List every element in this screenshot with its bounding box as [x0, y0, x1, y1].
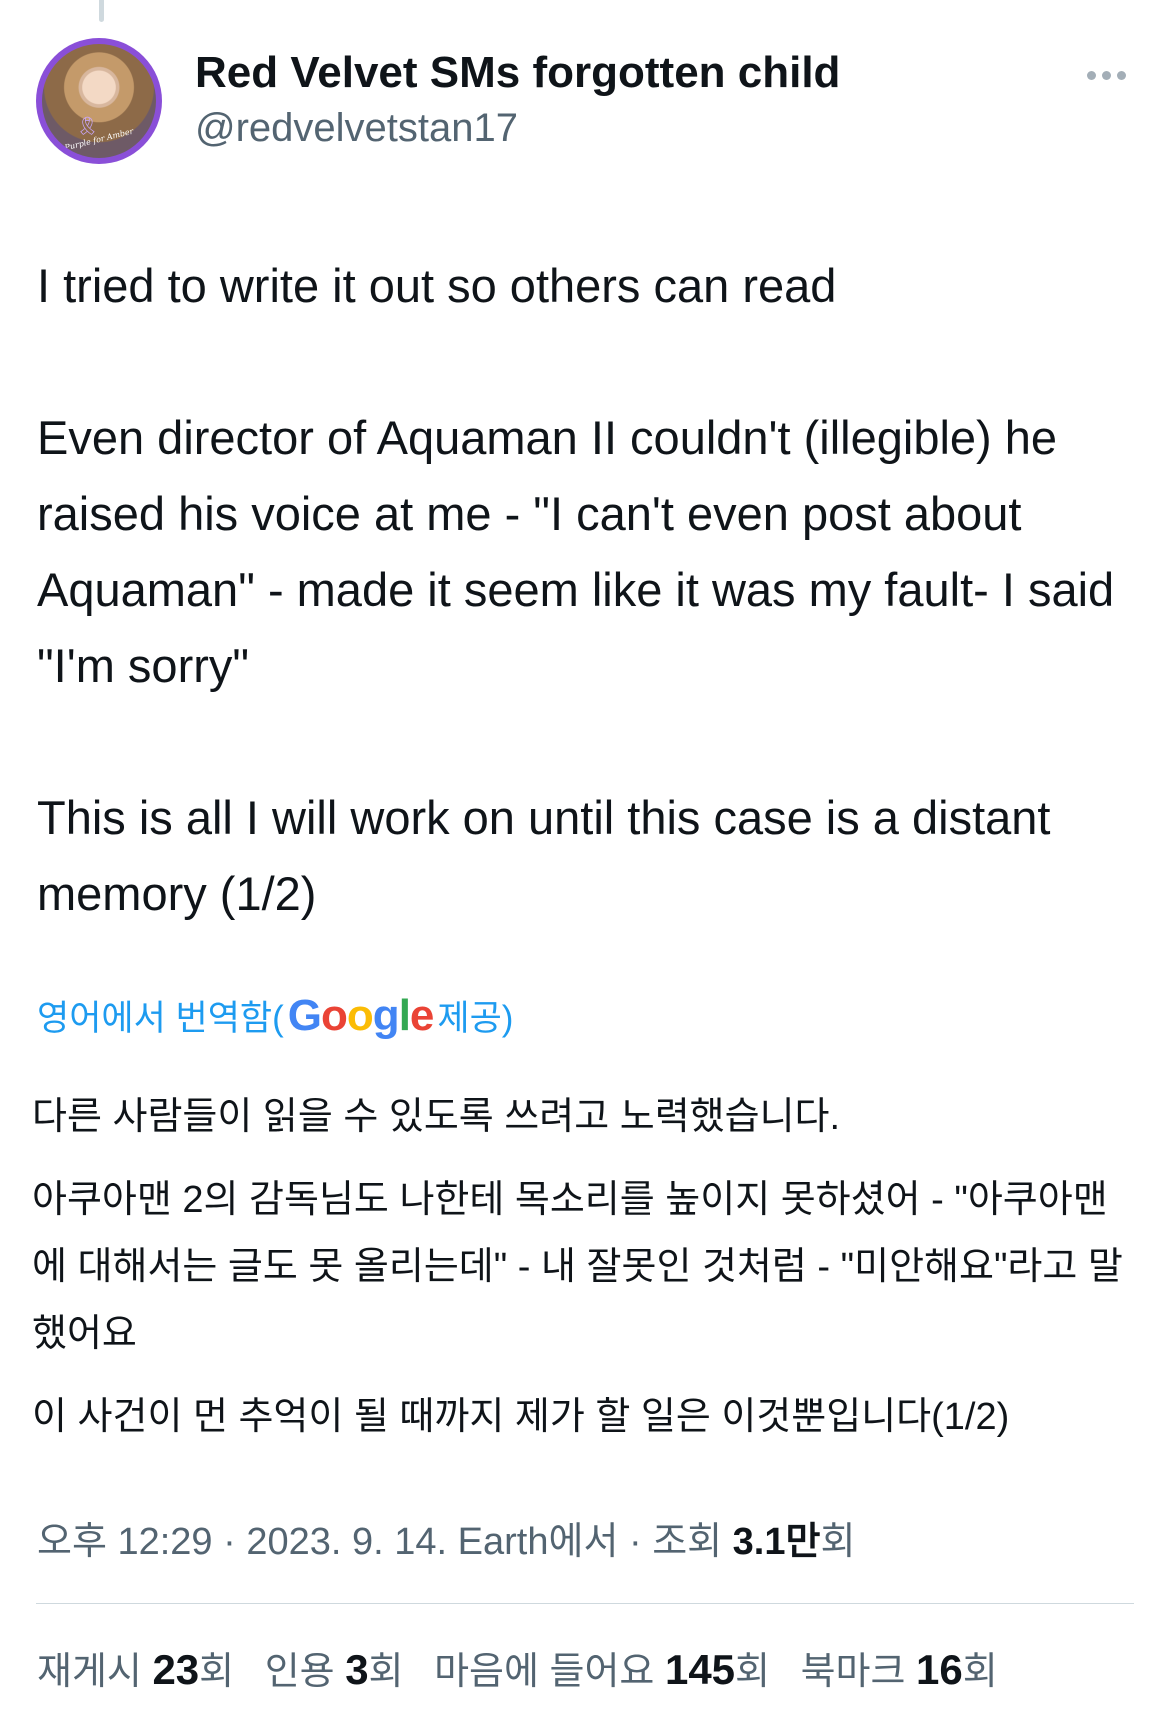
tweet-line-1: I tried to write it out so others can re…	[37, 259, 837, 312]
stat-unit: 회	[962, 1651, 998, 1693]
more-dot	[1101, 70, 1111, 80]
tweet-paragraph-2: Even director of Aquaman II couldn't (il…	[37, 411, 1115, 692]
avatar-caption: Purple for Amber	[63, 126, 135, 153]
stat-unit: 회	[735, 1651, 771, 1693]
stat-count: 145	[664, 1646, 736, 1693]
bookmarks-stat[interactable]: 북마크 16회	[800, 1646, 998, 1693]
stat-count: 3	[345, 1646, 369, 1693]
meta-separator: ·	[628, 1521, 653, 1563]
tweet-meta: 오후 12:29 · 2023. 9. 14. Earth에서 · 조회 3.1…	[37, 1510, 855, 1565]
avatar-photo: 🎗 Purple for Amber	[42, 44, 156, 158]
purple-ribbon-icon: 🎗	[76, 116, 99, 136]
views-count: 3.1만	[732, 1521, 821, 1563]
views-suffix: 회	[820, 1521, 856, 1563]
stat-label: 재게시	[37, 1651, 142, 1693]
stat-count: 23	[152, 1646, 200, 1693]
translated-by-google-link[interactable]: 영어에서 번역함( Google 제공)	[37, 990, 513, 1041]
tweet-text: I tried to write it out so others can re…	[37, 248, 1147, 932]
stat-unit: 회	[368, 1651, 404, 1693]
views-label: 조회	[652, 1521, 723, 1563]
more-dot	[1116, 70, 1126, 80]
meta-separator: ·	[223, 1521, 247, 1563]
engagement-stats: 재게시 23회 인용 3회 마음에 들어요 145회 북마크 16회	[37, 1640, 1018, 1695]
author-display-name[interactable]: Red Velvet SMs forgotten child	[195, 48, 840, 98]
more-horizontal-icon	[1086, 70, 1096, 80]
reposts-stat[interactable]: 재게시 23회	[37, 1646, 235, 1693]
translate-label-suffix: 제공)	[437, 999, 514, 1038]
stat-count: 16	[916, 1646, 963, 1693]
stat-unit: 회	[199, 1651, 235, 1693]
stat-label: 마음에 들어요	[434, 1651, 655, 1693]
translate-label-prefix: 영어에서 번역함(	[37, 999, 284, 1038]
tweet-time[interactable]: 오후 12:29	[37, 1521, 213, 1563]
google-logo: Google	[287, 990, 435, 1040]
stat-label: 북마크	[800, 1651, 906, 1693]
translation-paragraph-3: 이 사건이 먼 추억이 될 때까지 제가 할 일은 이것뿐입니다(1/2)	[32, 1396, 1010, 1438]
tweet-paragraph-3: This is all I will work on until this ca…	[37, 791, 1051, 920]
likes-stat[interactable]: 마음에 들어요 145회	[434, 1646, 771, 1693]
quotes-stat[interactable]: 인용 3회	[264, 1646, 404, 1693]
stat-label: 인용	[264, 1651, 335, 1693]
translated-text: 다른 사람들이 읽을 수 있도록 쓰려고 노력했습니다. 아쿠아맨 2의 감독님…	[32, 1084, 1142, 1451]
avatar[interactable]: 🎗 Purple for Amber	[36, 38, 162, 164]
tweet-date[interactable]: 2023. 9. 14.	[246, 1521, 447, 1563]
divider	[36, 1603, 1134, 1604]
translation-paragraph-2: 아쿠아맨 2의 감독님도 나한테 목소리를 높이지 못하셨어 - "아쿠아맨에 …	[32, 1179, 1123, 1355]
author-handle[interactable]: @redvelvetstan17	[195, 106, 518, 151]
tweet-source: Earth에서	[457, 1521, 619, 1563]
thread-connector-line	[99, 0, 104, 22]
translation-paragraph-1: 다른 사람들이 읽을 수 있도록 쓰려고 노력했습니다.	[32, 1096, 841, 1138]
more-options-button[interactable]	[1082, 62, 1130, 88]
